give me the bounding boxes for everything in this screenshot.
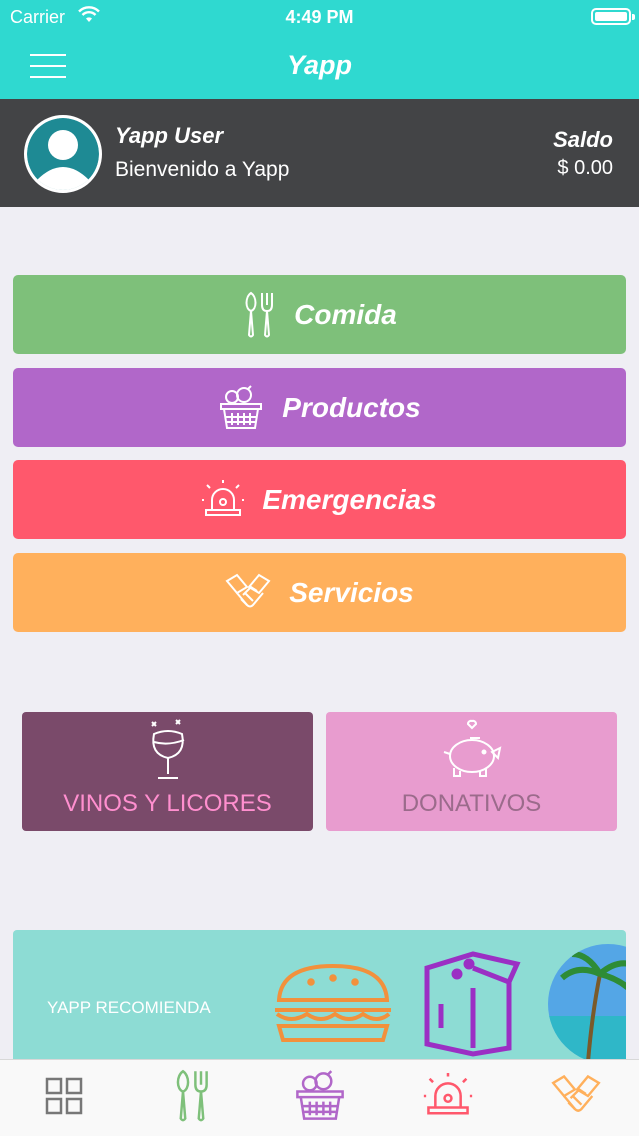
home-grid-icon (45, 1077, 83, 1120)
comida-button[interactable]: Comida (13, 275, 626, 354)
comida-label: Comida (294, 298, 397, 330)
tab-servicios[interactable] (512, 1060, 639, 1136)
vinos-licores-label: VINOS Y LICORES (63, 790, 272, 817)
donativos-label: DONATIVOS (401, 790, 542, 817)
emergencias-label: Emergencias (262, 483, 437, 515)
balance-label: Saldo (553, 127, 613, 152)
emergencias-button[interactable]: Emergencias (13, 460, 626, 539)
profile-header: Yapp User Bienvenido a Yapp Saldo $ 0.00 (0, 99, 639, 207)
productos-button[interactable]: Productos (13, 368, 626, 447)
avatar[interactable] (24, 115, 102, 193)
siren-icon (202, 479, 245, 520)
utensils-icon (242, 291, 276, 339)
handshake-icon (550, 1074, 601, 1123)
handshake-icon (225, 573, 271, 613)
nav-bar: Yapp (0, 34, 639, 99)
siren-icon (423, 1073, 473, 1124)
clock: 4:49 PM (285, 7, 354, 27)
battery-icon (591, 8, 635, 25)
tab-home[interactable] (0, 1060, 127, 1136)
tab-comida[interactable] (128, 1060, 255, 1136)
wine-glass-icon (146, 718, 190, 787)
welcome-text: Bienvenido a Yapp (115, 158, 290, 181)
status-bar: Carrier 4:49 PM (0, 0, 639, 34)
recommend-label: YAPP RECOMIENDA (47, 998, 211, 1017)
tab-emergencias[interactable] (384, 1060, 511, 1136)
donativos-tile[interactable]: DONATIVOS (326, 712, 617, 831)
tab-bar (0, 1059, 639, 1136)
burger-icon[interactable] (271, 962, 395, 1051)
productos-label: Productos (282, 391, 421, 423)
recommend-banner: YAPP RECOMIENDA (13, 930, 626, 1070)
basket-icon (218, 384, 264, 431)
piggy-bank-icon (440, 718, 504, 787)
app-title: Yapp (286, 50, 352, 80)
balance-value: $ 0.00 (557, 157, 613, 179)
servicios-button[interactable]: Servicios (13, 553, 626, 632)
user-name: Yapp User (115, 123, 224, 148)
beach-logo[interactable] (548, 944, 626, 1069)
utensils-icon (172, 1069, 212, 1128)
tab-productos[interactable] (256, 1060, 383, 1136)
bread-icon[interactable] (413, 948, 523, 1063)
basket-icon (294, 1070, 346, 1127)
servicios-label: Servicios (289, 576, 414, 608)
vinos-licores-tile[interactable]: VINOS Y LICORES (22, 712, 313, 831)
